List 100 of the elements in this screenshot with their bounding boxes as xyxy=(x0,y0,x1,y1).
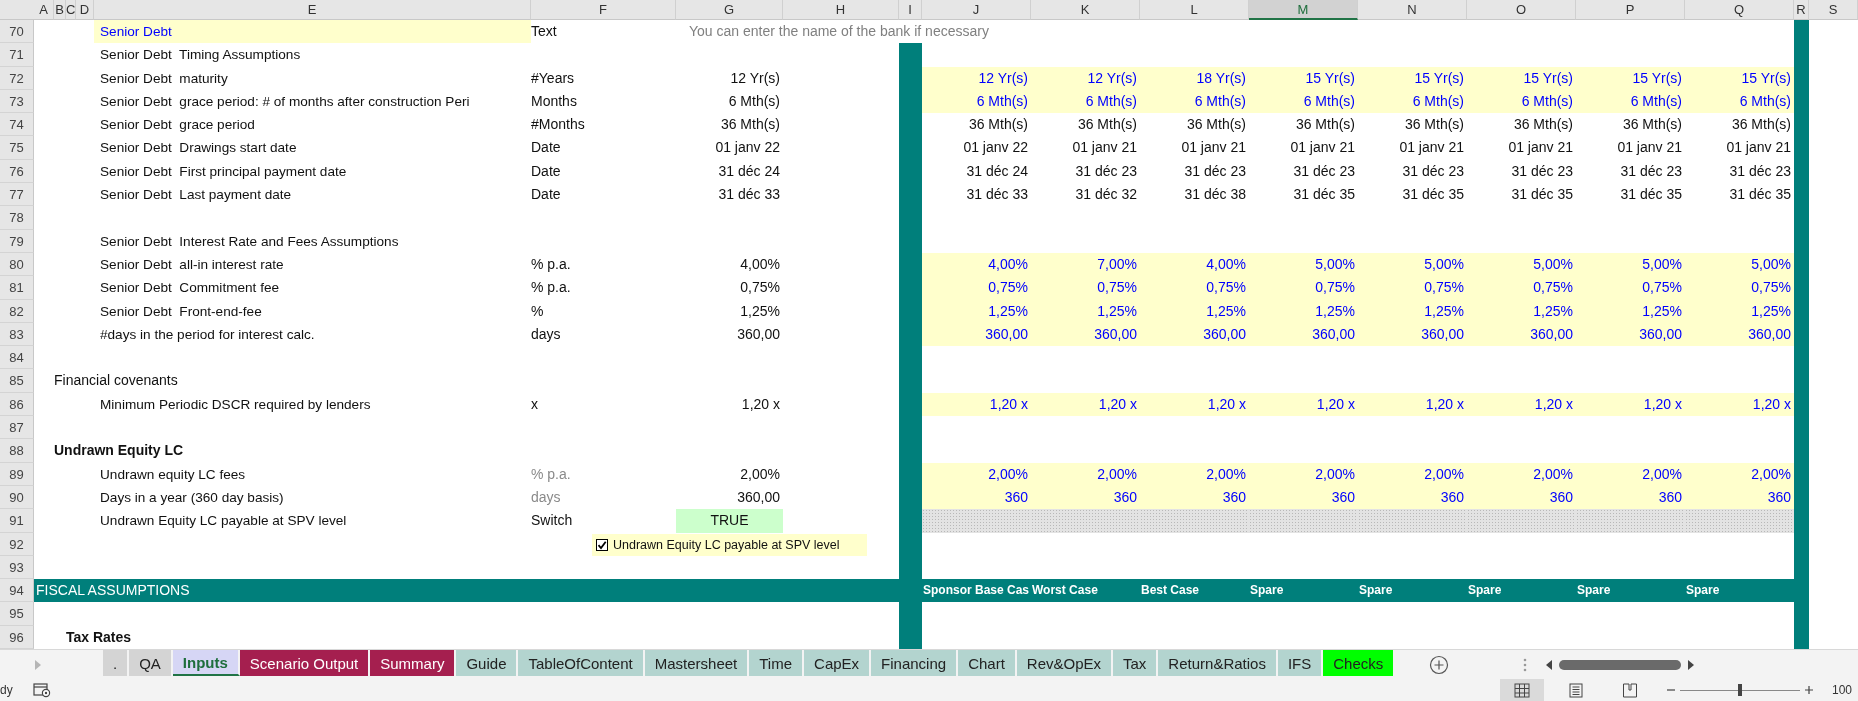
input-cell[interactable]: 360,00 xyxy=(922,322,1031,347)
row-number[interactable]: 94 xyxy=(0,579,34,603)
input-cell[interactable]: 6 Mth(s) xyxy=(1467,89,1576,114)
sheet-tab[interactable]: Inputs xyxy=(172,650,240,676)
column-header[interactable]: K xyxy=(1031,0,1140,20)
sheet-tab[interactable]: . xyxy=(103,650,130,676)
input-cell[interactable]: 15 Yr(s) xyxy=(1685,66,1794,90)
checkbox-control[interactable]: Undrawn Equity LC payable at SPV level xyxy=(592,533,867,556)
input-cell[interactable]: 5,00% xyxy=(1467,252,1576,277)
row-number[interactable]: 95 xyxy=(0,602,34,626)
row-number[interactable]: 83 xyxy=(0,322,34,347)
row-number[interactable]: 96 xyxy=(0,625,34,649)
column-header[interactable]: G xyxy=(676,0,783,20)
input-cell[interactable]: 0,75% xyxy=(1576,276,1685,300)
switch-cell[interactable]: TRUE xyxy=(676,509,783,533)
column-header[interactable]: D xyxy=(76,0,94,20)
input-cell[interactable]: 1,20 x xyxy=(1685,392,1794,417)
input-cell[interactable]: 360,00 xyxy=(1140,322,1249,347)
input-cell[interactable]: 1,25% xyxy=(1467,299,1576,323)
row-number[interactable]: 71 xyxy=(0,43,34,67)
column-header[interactable]: A xyxy=(34,0,54,20)
input-cell[interactable]: 1,25% xyxy=(1140,299,1249,323)
input-cell[interactable]: 6 Mth(s) xyxy=(1031,89,1140,114)
input-cell[interactable]: 1,20 x xyxy=(1031,392,1140,417)
row-number[interactable]: 78 xyxy=(0,206,34,230)
input-cell[interactable]: 360,00 xyxy=(1685,322,1794,347)
input-cell[interactable]: 0,75% xyxy=(922,276,1031,300)
row-number[interactable]: 90 xyxy=(0,485,34,510)
input-cell[interactable]: 2,00% xyxy=(1249,462,1358,486)
input-cell[interactable]: 360 xyxy=(1358,485,1467,510)
sheet-tab[interactable]: Mastersheet xyxy=(644,650,750,676)
input-cell[interactable]: 6 Mth(s) xyxy=(922,89,1031,114)
row-number[interactable]: 74 xyxy=(0,113,34,137)
input-cell[interactable]: 6 Mth(s) xyxy=(1249,89,1358,114)
sheet-tab[interactable]: IFS xyxy=(1277,650,1324,676)
input-cell[interactable]: 360 xyxy=(1467,485,1576,510)
column-header[interactable]: I xyxy=(899,0,922,20)
input-cell[interactable]: 2,00% xyxy=(1031,462,1140,486)
row-number[interactable]: 92 xyxy=(0,532,34,556)
column-header[interactable]: L xyxy=(1140,0,1249,20)
sheet-tab[interactable]: Scenario Output xyxy=(239,650,371,676)
row-number[interactable]: 84 xyxy=(0,346,34,370)
input-cell[interactable]: 2,00% xyxy=(1467,462,1576,486)
column-header[interactable]: M xyxy=(1249,0,1358,20)
input-cell[interactable]: 360 xyxy=(1576,485,1685,510)
input-cell[interactable]: 1,20 x xyxy=(1467,392,1576,417)
row-number[interactable]: 72 xyxy=(0,66,34,90)
input-cell[interactable]: 2,00% xyxy=(1685,462,1794,486)
sheet-tab[interactable]: Chart xyxy=(958,650,1017,676)
input-cell[interactable]: 1,20 x xyxy=(1140,392,1249,417)
sheet-tab[interactable]: QA xyxy=(129,650,173,676)
input-cell[interactable]: 360 xyxy=(1249,485,1358,510)
input-cell[interactable]: 2,00% xyxy=(1140,462,1249,486)
input-cell[interactable]: 0,75% xyxy=(1467,276,1576,300)
row-number[interactable]: 87 xyxy=(0,416,34,440)
input-cell[interactable]: 15 Yr(s) xyxy=(1576,66,1685,90)
input-cell[interactable]: 2,00% xyxy=(922,462,1031,486)
input-cell[interactable]: 7,00% xyxy=(1031,252,1140,277)
add-sheet-button[interactable] xyxy=(1429,654,1450,675)
column-header[interactable]: N xyxy=(1358,0,1467,20)
input-cell[interactable]: 360 xyxy=(1031,485,1140,510)
input-cell[interactable]: 1,25% xyxy=(1576,299,1685,323)
input-cell[interactable]: 18 Yr(s) xyxy=(1140,66,1249,90)
row-number[interactable]: 81 xyxy=(0,276,34,300)
input-cell[interactable]: 360,00 xyxy=(1576,322,1685,347)
input-cell[interactable]: 360,00 xyxy=(1031,322,1140,347)
input-cell[interactable]: 6 Mth(s) xyxy=(1685,89,1794,114)
input-cell[interactable]: 0,75% xyxy=(1031,276,1140,300)
row-number[interactable]: 82 xyxy=(0,299,34,323)
input-cell[interactable]: 12 Yr(s) xyxy=(922,66,1031,90)
input-cell[interactable]: 6 Mth(s) xyxy=(1358,89,1467,114)
sheet-tab[interactable]: TableOfContent xyxy=(518,650,645,676)
column-header[interactable]: S xyxy=(1809,0,1858,20)
column-header[interactable]: E xyxy=(94,0,531,20)
sheet-tab[interactable]: Return&Ratios xyxy=(1158,650,1278,676)
row-number[interactable]: 76 xyxy=(0,159,34,184)
row-number[interactable]: 70 xyxy=(0,20,34,44)
input-cell[interactable]: 15 Yr(s) xyxy=(1358,66,1467,90)
input-cell[interactable]: 1,25% xyxy=(1249,299,1358,323)
input-cell[interactable]: 360,00 xyxy=(1249,322,1358,347)
column-header[interactable]: O xyxy=(1467,0,1576,20)
input-cell[interactable]: 1,25% xyxy=(1358,299,1467,323)
row-number[interactable]: 88 xyxy=(0,439,34,463)
input-cell[interactable]: 5,00% xyxy=(1685,252,1794,277)
row-number[interactable]: 77 xyxy=(0,183,34,207)
view-button[interactable] xyxy=(1500,679,1544,701)
sheet-tab[interactable]: Financing xyxy=(871,650,959,676)
input-cell[interactable]: 1,20 x xyxy=(1358,392,1467,417)
input-cell[interactable]: 5,00% xyxy=(1576,252,1685,277)
sheet-tab[interactable]: Tax xyxy=(1113,650,1159,676)
sheet-tab[interactable]: Checks xyxy=(1323,650,1396,676)
column-header[interactable]: P xyxy=(1576,0,1685,20)
scrollbar-thumb[interactable] xyxy=(1559,659,1682,670)
input-cell[interactable]: 5,00% xyxy=(1358,252,1467,277)
row-number[interactable]: 93 xyxy=(0,555,34,580)
sheet-tab[interactable]: Summary xyxy=(370,650,457,676)
input-cell[interactable]: 5,00% xyxy=(1249,252,1358,277)
row-number[interactable]: 85 xyxy=(0,369,34,393)
input-cell[interactable]: 360,00 xyxy=(1358,322,1467,347)
input-cell[interactable]: 0,75% xyxy=(1685,276,1794,300)
